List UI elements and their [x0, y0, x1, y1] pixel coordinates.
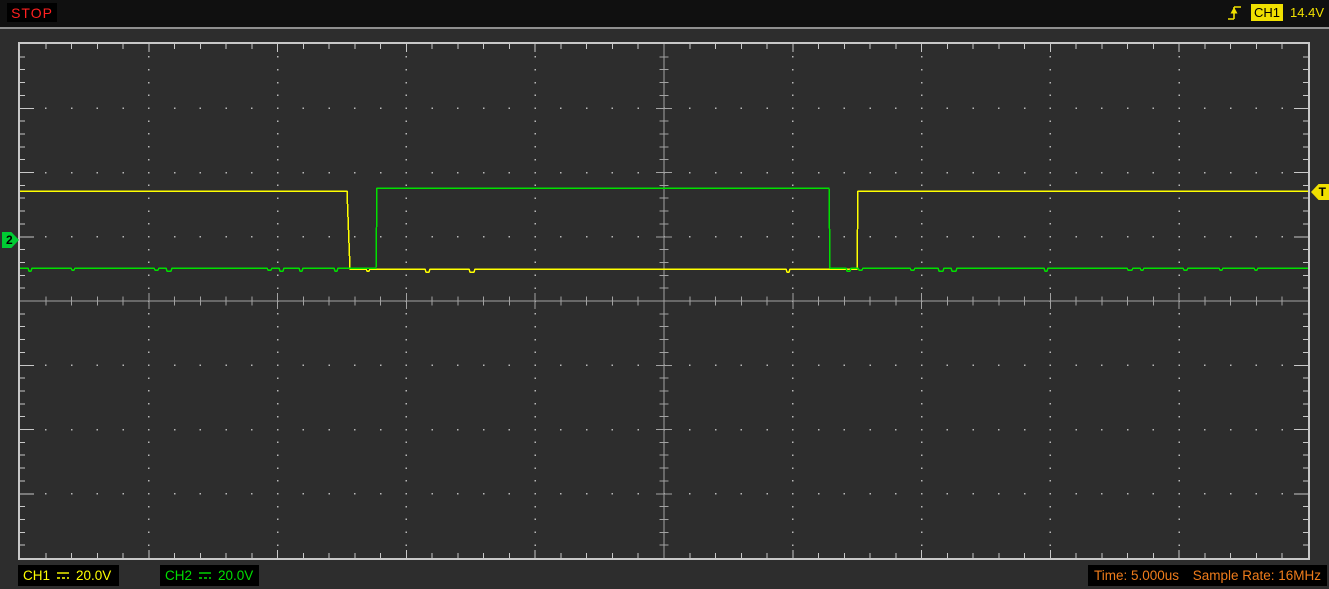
dc-coupling-icon	[56, 570, 70, 581]
sample-rate-readout: Sample Rate: 16MHz	[1193, 568, 1321, 583]
ch2-offset-marker-label: 2	[6, 234, 13, 246]
ch1-volts-per-div: 20.0V	[76, 568, 111, 583]
dc-coupling-icon	[198, 570, 212, 581]
ch2-settings-box[interactable]: CH2 20.0V	[160, 565, 259, 586]
trigger-info: CH1 14.4V	[1226, 2, 1324, 23]
ch2-label: CH2	[165, 568, 192, 583]
trigger-level-marker-label: T	[1319, 186, 1326, 198]
trigger-level-marker[interactable]: T	[1311, 184, 1329, 200]
ch1-settings-box[interactable]: CH1 20.0V	[18, 565, 119, 586]
graticule	[19, 43, 1309, 559]
panel-bevel	[0, 27, 1329, 29]
acquisition-status-button[interactable]: STOP	[7, 3, 57, 22]
ch2-offset-marker[interactable]: 2	[2, 232, 19, 248]
scope-display	[18, 42, 1310, 560]
acquisition-status-label: STOP	[11, 5, 53, 21]
timebase-readout: Time: 5.000us	[1094, 568, 1179, 583]
top-status-bar	[0, 0, 1329, 27]
trigger-source-chip[interactable]: CH1	[1251, 4, 1283, 21]
scope-graticule-and-traces	[18, 42, 1310, 560]
ch2-volts-per-div: 20.0V	[218, 568, 253, 583]
trigger-level-readout: 14.4V	[1290, 5, 1324, 20]
timing-readout-box: Time: 5.000us Sample Rate: 16MHz	[1088, 565, 1327, 586]
ch1-label: CH1	[23, 568, 50, 583]
rising-edge-trigger-icon	[1226, 3, 1244, 23]
